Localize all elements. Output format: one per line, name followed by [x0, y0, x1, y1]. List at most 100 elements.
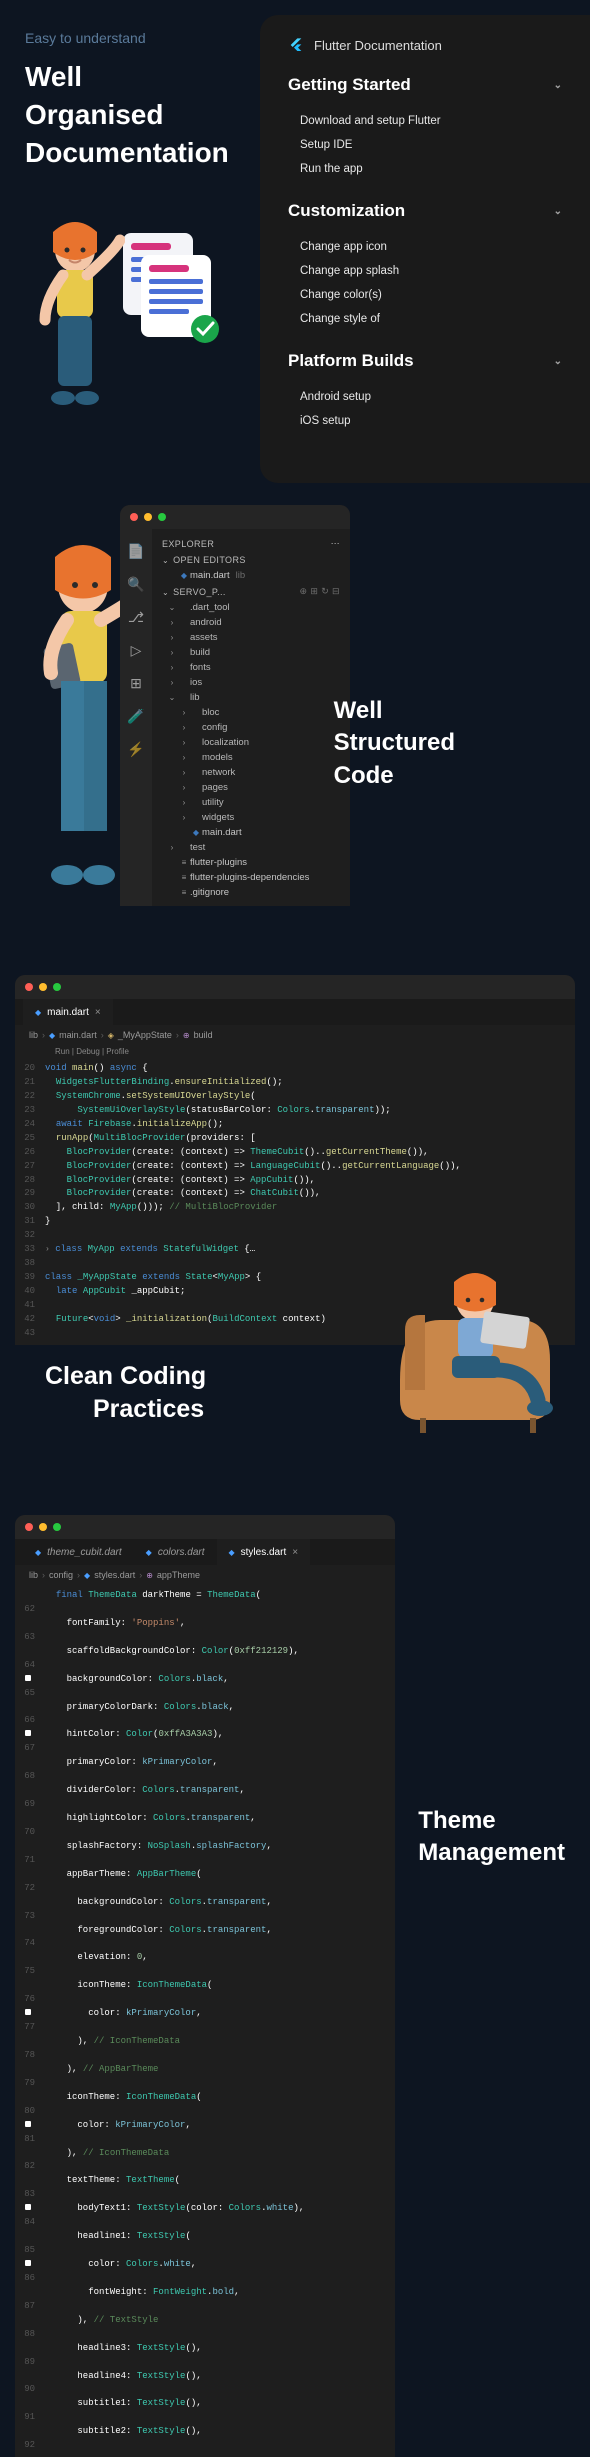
codelens[interactable]: Run | Debug | Profile	[15, 1045, 575, 1058]
extensions-icon[interactable]: ⊞	[130, 675, 142, 692]
code-line: 80 iconTheme: IconThemeData(	[15, 2091, 395, 2119]
code-line: 90 headline4: TextStyle(),	[15, 2370, 395, 2398]
code-line: 87 fontWeight: FontWeight.bold,	[15, 2286, 395, 2314]
tree-folder[interactable]: ›test	[152, 840, 350, 855]
search-icon[interactable]: 🔍	[127, 576, 144, 593]
doc-item[interactable]: Change app icon	[288, 235, 562, 259]
doc-section: Customization⌄ Change app iconChange app …	[288, 201, 562, 331]
code-line: 75 elevation: 0,	[15, 1951, 395, 1979]
close-tab-icon[interactable]: ×	[292, 1547, 298, 1558]
code-line: 24 await Firebase.initializeApp();	[15, 1118, 575, 1132]
tree-folder[interactable]: ›bloc	[152, 705, 350, 720]
doc-item[interactable]: Change color(s)	[288, 283, 562, 307]
tree-folder[interactable]: ⌄lib	[152, 690, 350, 705]
doc-item[interactable]: iOS setup	[288, 409, 562, 433]
minimize-window-icon[interactable]	[39, 1523, 47, 1531]
tree-folder[interactable]: ›assets	[152, 630, 350, 645]
code-line: 71 splashFactory: NoSplash.splashFactory…	[15, 1840, 395, 1868]
editor-tab[interactable]: ◆theme_cubit.dart	[23, 1539, 134, 1565]
doc-item[interactable]: Download and setup Flutter	[288, 109, 562, 133]
tree-folder[interactable]: ›config	[152, 720, 350, 735]
tree-folder[interactable]: ⌄.dart_tool	[152, 600, 350, 615]
code-line: 22 SystemChrome.setSystemUIOverlayStyle(	[15, 1090, 575, 1104]
open-editors-section[interactable]: ⌄OPEN EDITORS	[152, 552, 350, 568]
code-content[interactable]: 62 final ThemeData darkTheme = ThemeData…	[15, 1585, 395, 2457]
minimize-window-icon[interactable]	[39, 983, 47, 991]
editor-tab[interactable]: ◆styles.dart×	[217, 1539, 311, 1565]
tree-file[interactable]: ◆main.dart	[152, 825, 350, 840]
breadcrumb[interactable]: lib › ◆ main.dart › ◈ _MyAppState › ⊕ bu…	[15, 1025, 575, 1045]
tree-folder[interactable]: ›localization	[152, 735, 350, 750]
more-icon[interactable]: ⋯	[331, 538, 340, 549]
tree-folder[interactable]: ›widgets	[152, 810, 350, 825]
tree-file[interactable]: ≡flutter-plugins-dependencies	[152, 870, 350, 885]
tree-folder[interactable]: ›models	[152, 750, 350, 765]
tree-folder[interactable]: ›pages	[152, 780, 350, 795]
tree-folder[interactable]: ›build	[152, 645, 350, 660]
code-line: 86 color: Colors.white,	[15, 2258, 395, 2286]
code-line: 27 BlocProvider(create: (context) => Lan…	[15, 1160, 575, 1174]
theme-management-headline: Theme Management	[418, 1805, 565, 1870]
tree-file[interactable]: ≡.gitignore	[152, 885, 350, 900]
close-window-icon[interactable]	[25, 983, 33, 991]
flutter-logo-icon	[288, 37, 304, 53]
close-tab-icon[interactable]: ×	[95, 1007, 101, 1018]
tab-main-dart[interactable]: ◆ main.dart ×	[23, 999, 113, 1025]
code-line: 76 iconTheme: IconThemeData(	[15, 1979, 395, 2007]
tree-file[interactable]: ≡flutter-plugins	[152, 855, 350, 870]
source-control-icon[interactable]: ⎇	[128, 609, 144, 626]
code-line: 63 fontFamily: 'Poppins',	[15, 1617, 395, 1645]
doc-item[interactable]: Setup IDE	[288, 133, 562, 157]
doc-item[interactable]: Change style of	[288, 307, 562, 331]
doc-section-header[interactable]: Customization⌄	[288, 201, 562, 221]
window-traffic-lights	[15, 975, 575, 999]
section-structured-code: 📄 🔍 ⎇ ▷ ⊞ 🧪 ⚡ EXPLORER ⋯ ⌄OPEN EDITORS ◆	[0, 485, 590, 975]
maximize-window-icon[interactable]	[53, 983, 61, 991]
code-line: 66 primaryColorDark: Colors.black,	[15, 1701, 395, 1729]
close-window-icon[interactable]	[130, 513, 138, 521]
open-editor-item[interactable]: ◆ main.dart lib	[152, 568, 350, 583]
code-line: 68 primaryColor: kPrimaryColor,	[15, 1756, 395, 1784]
flutter-icon[interactable]: ⚡	[127, 741, 144, 758]
maximize-window-icon[interactable]	[158, 513, 166, 521]
breadcrumb[interactable]: lib › config › ◆ styles.dart › ⊕ appThem…	[15, 1565, 395, 1585]
debug-icon[interactable]: ▷	[131, 642, 142, 659]
editor-tab[interactable]: ◆colors.dart	[134, 1539, 217, 1565]
doc-item[interactable]: Change app splash	[288, 259, 562, 283]
minimize-window-icon[interactable]	[144, 513, 152, 521]
activity-bar: 📄 🔍 ⎇ ▷ ⊞ 🧪 ⚡	[120, 529, 152, 906]
code-line: 79 ), // AppBarTheme	[15, 2063, 395, 2091]
close-window-icon[interactable]	[25, 1523, 33, 1531]
doc-panel: Flutter Documentation Getting Started⌄ Do…	[260, 15, 590, 483]
project-section[interactable]: ⌄SERVO_P... ⊕ ⊞ ↻ ⊟	[152, 583, 350, 600]
doc-section: Getting Started⌄ Download and setup Flutt…	[288, 75, 562, 181]
code-line: 70 highlightColor: Colors.transparent,	[15, 1812, 395, 1840]
doc-section-header[interactable]: Getting Started⌄	[288, 75, 562, 95]
code-line: 92 subtitle2: TextStyle(),	[15, 2425, 395, 2453]
doc-item[interactable]: Run the app	[288, 157, 562, 181]
code-line: 84 bodyText1: TextStyle(color: Colors.wh…	[15, 2202, 395, 2230]
doc-item[interactable]: Android setup	[288, 385, 562, 409]
maximize-window-icon[interactable]	[53, 1523, 61, 1531]
code-line: 64 scaffoldBackgroundColor: Color(0xff21…	[15, 1645, 395, 1673]
code-line: 88 ), // TextStyle	[15, 2314, 395, 2342]
window-traffic-lights	[120, 505, 350, 529]
tree-folder[interactable]: ›utility	[152, 795, 350, 810]
character-sitting-icon	[390, 1260, 565, 1435]
code-line: 20void main() async {	[15, 1062, 575, 1076]
tree-folder[interactable]: ›fonts	[152, 660, 350, 675]
tree-folder[interactable]: ›network	[152, 765, 350, 780]
code-line: 77 color: kPrimaryColor,	[15, 2007, 395, 2035]
doc-section-header[interactable]: Platform Builds⌄	[288, 351, 562, 371]
testing-icon[interactable]: 🧪	[127, 708, 144, 725]
clean-coding-headline: Clean Coding Practices	[45, 1360, 206, 1425]
doc-brand: Flutter Documentation	[288, 37, 562, 75]
vscode-explorer: 📄 🔍 ⎇ ▷ ⊞ 🧪 ⚡ EXPLORER ⋯ ⌄OPEN EDITORS ◆	[120, 505, 350, 906]
tree-folder[interactable]: ›ios	[152, 675, 350, 690]
structured-code-headline: Well Structured Code	[334, 695, 455, 792]
files-icon[interactable]: 📄	[127, 543, 144, 560]
tree-folder[interactable]: ›android	[152, 615, 350, 630]
code-line: 73 backgroundColor: Colors.transparent,	[15, 1896, 395, 1924]
code-line: 67 hintColor: Color(0xffA3A3A3),	[15, 1728, 395, 1756]
section-clean-coding: ◆ main.dart × lib › ◆ main.dart › ◈ _MyA…	[0, 975, 590, 1475]
